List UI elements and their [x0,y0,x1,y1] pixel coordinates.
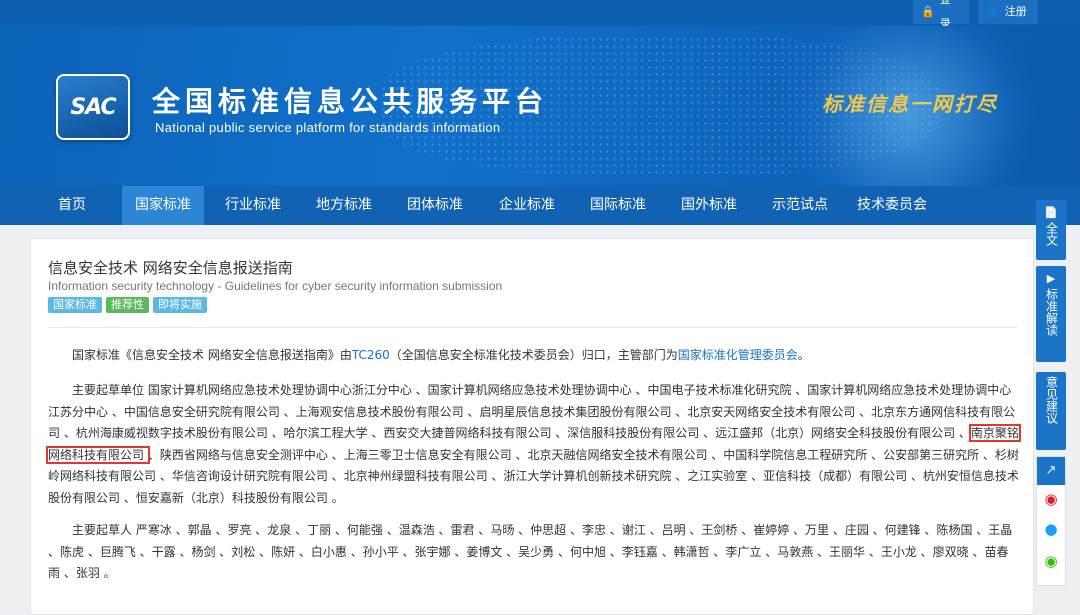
header-banner: SAC 全国标准信息公共服务平台 National public service… [0,26,1080,186]
site-title: 全国标准信息公共服务平台 [152,85,549,118]
document-title: 信息安全技术 网络安全信息报送指南 [48,259,293,277]
intro-suffix: 。 [797,348,810,362]
share-panel: ↗ ◉ ● ◉ [1036,456,1066,586]
department-link[interactable]: 国家标准化管理委员会 [678,348,798,362]
register-button[interactable]: 👤 注册 [978,0,1038,24]
drafting-units-label: 主要起草单位 [72,383,145,397]
drafting-units-list: 国家计算机网络应急技术处理协调中心浙江分中心 、国家计算机网络应急技术处理协调中… [48,383,1016,440]
divider [48,327,1018,328]
nav-item-pilot[interactable]: 示范试点 [761,186,839,225]
sac-logo[interactable]: SAC [56,74,130,140]
play-circle-icon: ▶ [1046,272,1056,285]
qq-icon[interactable]: ● [1041,519,1061,539]
badge-group: 国家标准 推荐性 即将实施 [48,297,207,313]
drafters-paragraph: 主要起草人 严寒冰 、郭晶 、罗亮 、龙泉 、丁丽 、何能强 、温森浩 、雷君 … [48,520,1020,585]
intro-middle: （全国信息安全标准化技术委员会）归口，主管部门为 [389,348,678,362]
nav-item-industry-standard[interactable]: 行业标准 [214,186,292,225]
top-bar: 🔒 登录 👤 注册 [0,0,1080,30]
nav-item-local-standard[interactable]: 地方标准 [305,186,383,225]
drafting-units-list-rest: 、陕西省网络与信息安全测评中心 、上海三零卫士信息安全有限公司 、北京天融信网络… [48,447,1019,505]
fulltext-label: 全文 [1044,222,1059,246]
badge-upcoming: 即将实施 [153,297,207,313]
drafters-list: 严寒冰 、郭晶 、罗亮 、龙泉 、丁丽 、何能强 、温森浩 、雷君 、马旸 、仲… [48,523,1013,580]
wechat-icon[interactable]: ◉ [1041,551,1061,571]
nav-item-foreign-standard[interactable]: 国外标准 [670,186,748,225]
nav-item-tech-committee[interactable]: 技术委员会 [848,186,936,225]
fulltext-button[interactable]: 📄 全文 [1036,200,1066,260]
share-icon[interactable]: ↗ [1037,457,1065,485]
user-icon: 👤 [986,5,1000,18]
tc260-link[interactable]: TC260 [352,348,390,362]
main-nav: 首页 国家标准 行业标准 地方标准 团体标准 企业标准 国际标准 国外标准 示范… [0,186,1080,225]
interpretation-label: 标准解读 [1044,288,1059,336]
document-panel: 信息安全技术 网络安全信息报送指南 Information security t… [30,238,1034,615]
nav-item-national-standard[interactable]: 国家标准 [122,186,204,225]
interpretation-button[interactable]: ▶ 标准解读 [1036,266,1066,362]
login-button[interactable]: 🔒 登录 [913,0,969,30]
intro-prefix: 国家标准《信息安全技术 网络安全信息报送指南》由 [72,348,352,362]
document-icon: 📄 [1044,206,1058,219]
feedback-button[interactable]: 意见建议 [1036,372,1066,450]
nav-item-home[interactable]: 首页 [42,186,102,225]
slogan: 标准信息一网打尽 [822,92,998,116]
drafting-units-paragraph: 主要起草单位 国家计算机网络应急技术处理协调中心浙江分中心 、国家计算机网络应急… [46,380,1021,509]
drafters-label: 主要起草人 [72,523,133,537]
lock-icon: 🔒 [921,5,935,18]
weibo-icon[interactable]: ◉ [1041,489,1061,509]
badge-national-standard: 国家标准 [48,297,102,313]
nav-item-enterprise-standard[interactable]: 企业标准 [488,186,566,225]
intro-paragraph: 国家标准《信息安全技术 网络安全信息报送指南》由TC260（全国信息安全标准化技… [48,345,1020,367]
feedback-label: 意见建议 [1044,376,1059,424]
document-title-en: Information security technology - Guidel… [48,279,503,293]
nav-item-international-standard[interactable]: 国际标准 [579,186,657,225]
nav-item-group-standard[interactable]: 团体标准 [396,186,474,225]
site-subtitle: National public service platform for sta… [155,120,501,135]
badge-recommended: 推荐性 [106,297,149,313]
register-label: 注册 [1004,5,1027,18]
